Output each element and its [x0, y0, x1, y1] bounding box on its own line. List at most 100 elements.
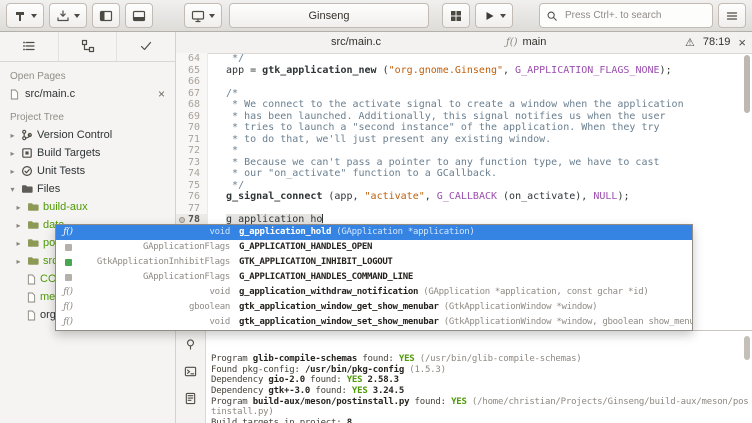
code-text[interactable]: app = gtk_application_new ("org.gnome.Gi… — [208, 65, 672, 77]
expander-icon[interactable]: ▸ — [14, 257, 23, 266]
sidebar-tab-project-tree[interactable] — [58, 31, 117, 61]
tree-item-build-aux[interactable]: ▸build-aux — [0, 198, 175, 216]
line-number[interactable]: 77 — [176, 203, 208, 215]
code-text[interactable]: * to do that, we'll just present any exi… — [208, 134, 551, 146]
completion-return-type: void — [80, 285, 239, 300]
play-icon — [482, 9, 496, 23]
expander-icon[interactable]: ▾ — [8, 185, 17, 194]
tree-item-unit-tests[interactable]: ▸Unit Tests — [0, 162, 175, 180]
toggle-left-panel-button[interactable] — [92, 3, 120, 28]
expander-icon[interactable]: ▸ — [8, 167, 17, 176]
line-number[interactable]: 72 — [176, 145, 208, 157]
bottom-tab-messages[interactable] — [184, 338, 197, 351]
omnibar[interactable]: Ginseng — [229, 3, 429, 28]
completion-item-g-application-handles-command-line[interactable]: GApplicationFlagsG_APPLICATION_HANDLES_C… — [56, 270, 692, 285]
editor-scrollbar[interactable] — [744, 55, 750, 113]
expander-icon[interactable]: ▸ — [8, 131, 17, 140]
tree-item-files[interactable]: ▾Files — [0, 180, 175, 198]
code-text[interactable] — [208, 76, 214, 88]
output-segment: gtk+-3.0 — [268, 386, 310, 396]
line-number[interactable]: 73 — [176, 157, 208, 169]
device-selector-button[interactable] — [184, 3, 222, 28]
line-number[interactable]: 71 — [176, 134, 208, 146]
bottom-tab-logs[interactable] — [184, 392, 197, 405]
code-text[interactable]: /* — [208, 88, 238, 100]
line-number-text: 72 — [188, 145, 200, 157]
run-button[interactable] — [475, 3, 513, 28]
build-output[interactable]: Program glib-compile-schemas found: YES … — [206, 331, 752, 423]
output-line: Program glib-compile-schemas found: YES … — [211, 354, 752, 365]
output-line: Build targets in project: 8 — [211, 418, 752, 423]
line-number[interactable]: 65 — [176, 65, 208, 77]
current-line-marker — [179, 217, 185, 223]
code-text[interactable]: * tries to launch a "second instance" of… — [208, 122, 660, 134]
line-number-text: 71 — [188, 134, 200, 146]
completion-item-g-application-withdraw-notification[interactable]: ƒ()voidg_application_withdraw_notificati… — [56, 285, 692, 300]
code-text[interactable]: * Because we can't pass a pointer to any… — [208, 157, 660, 169]
code-segment: G_APPLICATION_FLAGS_NONE — [515, 65, 660, 76]
line-number[interactable]: 74 — [176, 168, 208, 180]
line-number-text: 75 — [188, 180, 200, 192]
target-icon — [21, 147, 33, 159]
completion-item-gtk-application-inhibit-logout[interactable]: GtkApplicationInhibitFlagsGTK_APPLICATIO… — [56, 255, 692, 270]
folder-icon — [27, 220, 39, 230]
line-number[interactable]: 76 — [176, 191, 208, 203]
check-icon — [139, 39, 153, 53]
warning-icon[interactable]: ⚠ — [685, 36, 695, 49]
expander-icon[interactable]: ▸ — [8, 149, 17, 158]
sidebar-tab-checks[interactable] — [116, 31, 175, 61]
close-page-button[interactable]: × — [158, 88, 165, 100]
line-number[interactable]: 69 — [176, 111, 208, 123]
sidebar-tab-pages[interactable] — [0, 31, 58, 61]
expander-icon[interactable]: ▸ — [14, 203, 23, 212]
code-segment: g_signal_connect — [226, 191, 322, 202]
function-symbol-icon: ƒ() — [506, 37, 518, 48]
code-text[interactable]: * — [208, 145, 238, 157]
output-segment: found: — [305, 375, 347, 385]
code-text[interactable]: * We connect to the activate signal to c… — [208, 99, 684, 111]
open-document-button[interactable] — [49, 3, 87, 28]
line-number-text: 66 — [188, 76, 200, 88]
completion-item-g-application-handles-open[interactable]: GApplicationFlagsG_APPLICATION_HANDLES_O… — [56, 240, 692, 255]
enum-icon — [56, 274, 80, 281]
code-text[interactable] — [208, 203, 214, 215]
build-button[interactable] — [6, 3, 44, 28]
code-line: 76 g_signal_connect (app, "activate", G_… — [176, 191, 752, 203]
open-page-item[interactable]: src/main.c × — [0, 85, 175, 103]
line-number[interactable]: 67 — [176, 88, 208, 100]
close-editor-button[interactable]: × — [738, 35, 746, 50]
output-segment: glib-compile-schemas — [253, 354, 357, 364]
line-number[interactable]: 64 — [176, 53, 208, 65]
completion-item-g-application-hold[interactable]: ƒ()voidg_application_hold (GApplication … — [56, 225, 692, 240]
line-number-text: 65 — [188, 65, 200, 77]
line-number[interactable]: 66 — [176, 76, 208, 88]
line-number[interactable]: 70 — [176, 122, 208, 134]
expander-icon[interactable]: ▸ — [14, 221, 23, 230]
bottom-panel-scrollbar[interactable] — [744, 336, 750, 360]
tab-title[interactable]: src/main.c — [236, 36, 476, 48]
code-text[interactable]: */ — [208, 53, 244, 65]
completion-item-gtk-application-window-get-show-menubar[interactable]: ƒ()gbooleangtk_application_window_get_sh… — [56, 300, 692, 315]
code-text[interactable]: */ — [208, 180, 244, 192]
bottom-tab-terminal[interactable] — [184, 365, 197, 378]
tree-item-build-targets[interactable]: ▸Build Targets — [0, 144, 175, 162]
line-number[interactable]: 68 — [176, 99, 208, 111]
line-number[interactable]: 75 — [176, 180, 208, 192]
symbol-selector[interactable]: ƒ() main — [506, 36, 546, 48]
code-text[interactable]: * our "on_activate" function to a GCallb… — [208, 168, 497, 180]
code-text[interactable]: g_signal_connect (app, "activate", G_CAL… — [208, 191, 629, 203]
tree-item-version-control[interactable]: ▸Version Control — [0, 126, 175, 144]
output-segment: (/home/christian/Projects/Ginseng/build-… — [467, 397, 749, 407]
display-icon — [191, 9, 205, 23]
code-text[interactable]: * has been launched. Additionally, this … — [208, 111, 666, 123]
completion-item-gtk-application-window-set-show-menubar[interactable]: ƒ()voidgtk_application_window_set_show_m… — [56, 315, 692, 330]
layout-grid-button[interactable] — [442, 3, 470, 28]
output-segment: YES — [451, 397, 467, 407]
global-search[interactable] — [539, 3, 713, 28]
toggle-bottom-panel-button[interactable] — [125, 3, 153, 28]
search-input[interactable] — [563, 9, 689, 22]
expander-icon[interactable]: ▸ — [14, 239, 23, 248]
output-segment: Program — [211, 397, 253, 407]
app-menu-button[interactable] — [718, 3, 746, 28]
completion-name: GTK_APPLICATION_INHIBIT_LOGOUT — [239, 255, 393, 270]
